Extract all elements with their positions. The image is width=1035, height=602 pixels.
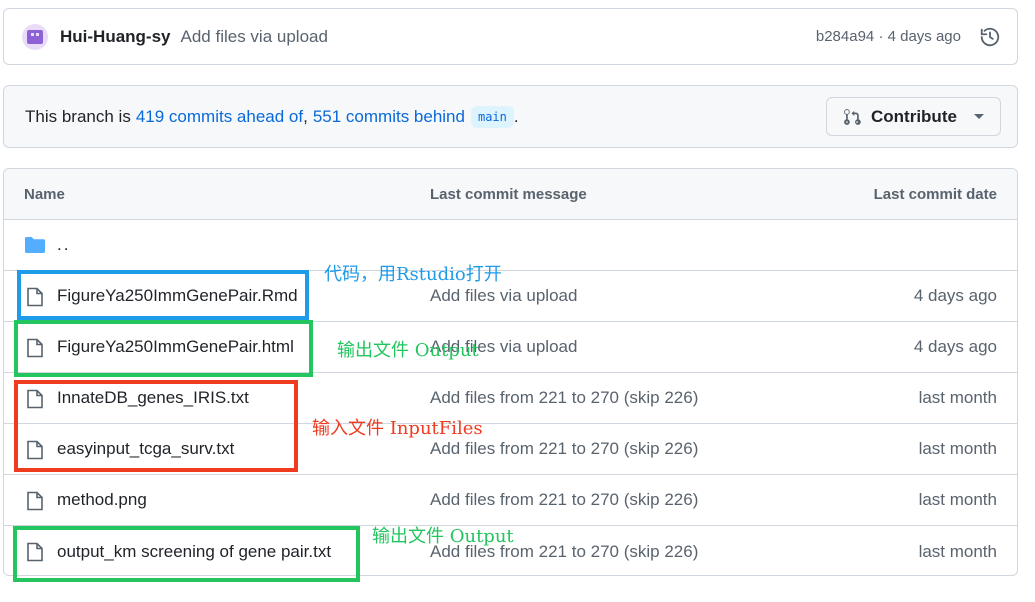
- latest-commit-bar: Hui-Huang-sy Add files via upload b284a9…: [3, 8, 1018, 65]
- file-icon: [27, 338, 43, 358]
- table-header: Name Last commit message Last commit dat…: [4, 169, 1017, 220]
- commit-message-link[interactable]: Add files from 221 to 270 (skip 226): [430, 388, 698, 408]
- column-header-date: Last commit date: [873, 185, 997, 203]
- file-icon: [27, 440, 43, 460]
- column-header-message: Last commit message: [430, 185, 587, 203]
- pull-request-icon: [844, 108, 861, 125]
- commit-message-link[interactable]: Add files from 221 to 270 (skip 226): [430, 439, 698, 459]
- annotation-label-output-2: 输出文件 Output: [372, 526, 514, 547]
- file-name-link[interactable]: method.png: [57, 490, 147, 510]
- file-name-link[interactable]: output_km screening of gene pair.txt: [57, 542, 331, 562]
- table-row[interactable]: FigureYa250ImmGenePair.Rmd Add files via…: [4, 271, 1017, 322]
- column-header-name: Name: [24, 185, 65, 203]
- commit-message-link[interactable]: Add files from 221 to 270 (skip 226): [430, 490, 698, 510]
- file-name-link[interactable]: InnateDB_genes_IRIS.txt: [57, 388, 249, 408]
- table-row[interactable]: FigureYa250ImmGenePair.html Add files vi…: [4, 322, 1017, 373]
- commit-date: 4 days ago: [913, 337, 997, 356]
- author-avatar[interactable]: [22, 23, 48, 50]
- commits-behind-link[interactable]: 551 commits behind: [313, 107, 465, 127]
- file-icon: [27, 287, 43, 307]
- commit-author-link[interactable]: Hui-Huang-sy: [60, 27, 171, 47]
- file-icon: [27, 542, 43, 562]
- parent-directory-link[interactable]: ..: [57, 235, 70, 255]
- chevron-down-icon: [974, 114, 984, 119]
- table-row[interactable]: easyinput_tcga_surv.txt Add files from 2…: [4, 424, 1017, 475]
- file-icon: [27, 389, 43, 409]
- table-row-parent-directory[interactable]: ..: [4, 220, 1017, 271]
- commit-hash-and-time[interactable]: b284a94 · 4 days ago: [816, 28, 961, 45]
- contribute-button[interactable]: Contribute: [826, 97, 1001, 136]
- commit-date: 4 days ago: [913, 286, 997, 305]
- annotation-label-output: 输出文件 Output: [337, 340, 479, 361]
- file-name-link[interactable]: FigureYa250ImmGenePair.html: [57, 337, 294, 357]
- table-row[interactable]: method.png Add files from 221 to 270 (sk…: [4, 475, 1017, 526]
- branch-status-separator: ,: [303, 106, 308, 126]
- branch-status-bar: This branch is 419 commits ahead of, 551…: [3, 85, 1018, 148]
- base-branch-badge[interactable]: main: [470, 105, 514, 128]
- commit-date: last month: [918, 439, 997, 458]
- annotation-label-input: 输入文件 InputFiles: [312, 418, 483, 439]
- contribute-label: Contribute: [871, 106, 957, 126]
- commit-date: last month: [918, 541, 997, 561]
- annotation-label-code: 代码，用Rstudio打开: [324, 264, 502, 285]
- folder-icon: [25, 237, 45, 253]
- branch-status-suffix: .: [513, 106, 519, 126]
- file-name-link[interactable]: FigureYa250ImmGenePair.Rmd: [57, 286, 298, 306]
- branch-status-text: This branch is 419 commits ahead of, 551…: [25, 105, 519, 128]
- file-name-link[interactable]: easyinput_tcga_surv.txt: [57, 439, 234, 459]
- branch-status-prefix: This branch is: [25, 106, 131, 126]
- commit-message-link[interactable]: Add files via upload: [181, 27, 328, 47]
- history-icon[interactable]: [979, 26, 1001, 48]
- commit-date: last month: [918, 490, 997, 509]
- commits-ahead-link[interactable]: 419 commits ahead of: [136, 107, 303, 127]
- file-table: Name Last commit message Last commit dat…: [3, 168, 1018, 576]
- commit-date: last month: [918, 388, 997, 407]
- table-row[interactable]: InnateDB_genes_IRIS.txt Add files from 2…: [4, 373, 1017, 424]
- file-icon: [27, 491, 43, 511]
- commit-message-link[interactable]: Add files via upload: [430, 286, 577, 306]
